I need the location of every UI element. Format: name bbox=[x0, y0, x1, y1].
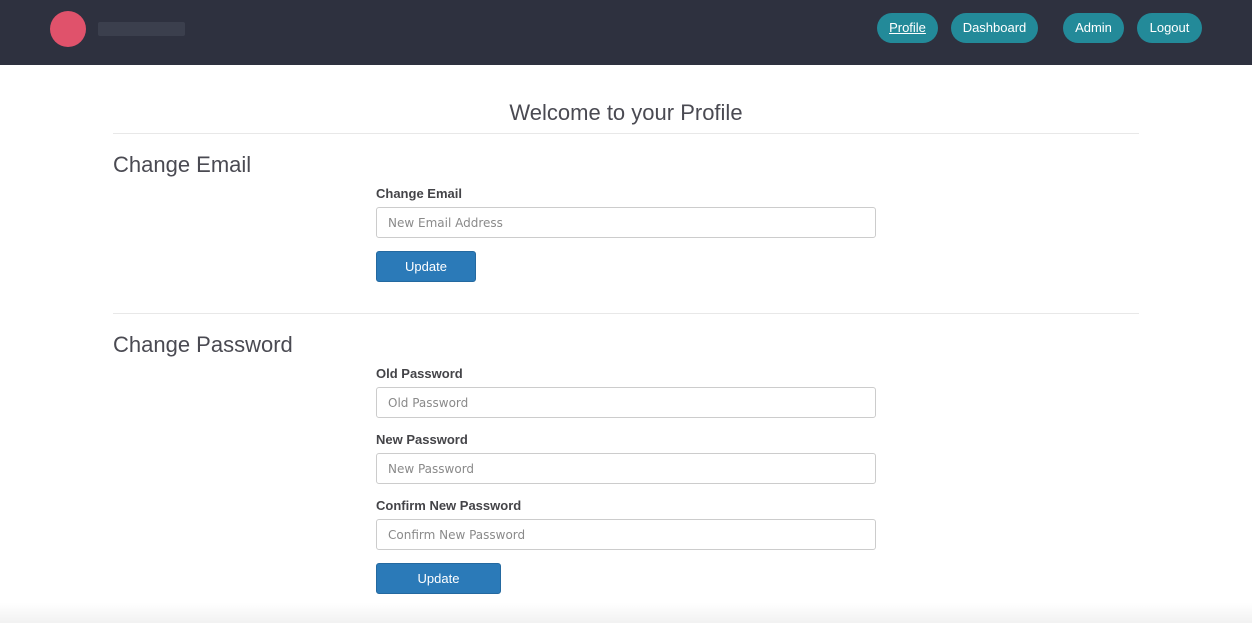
nav-profile-label: Profile bbox=[889, 20, 926, 35]
nav-admin-label: Admin bbox=[1075, 20, 1112, 35]
old-password-input[interactable] bbox=[376, 387, 876, 418]
email-section-heading: Change Email bbox=[113, 152, 252, 177]
nav-admin-link[interactable]: Admin bbox=[1063, 13, 1124, 43]
update-password-button[interactable]: Update Password bbox=[376, 563, 501, 615]
confirm-password-label: Confirm New Password bbox=[376, 498, 522, 513]
nav-profile-link[interactable]: Profile bbox=[877, 13, 938, 43]
top-navbar: Profile Dashboard Admin Logout bbox=[0, 0, 1252, 65]
logo-icon[interactable] bbox=[50, 11, 86, 47]
nav-dashboard-link[interactable]: Dashboard bbox=[951, 13, 1038, 43]
new-email-input[interactable] bbox=[376, 207, 876, 238]
old-password-label: Old Password bbox=[376, 366, 463, 381]
new-password-input[interactable] bbox=[376, 453, 876, 484]
update-email-button[interactable]: Update Email bbox=[376, 251, 476, 303]
title-divider bbox=[113, 133, 1139, 134]
section-divider bbox=[113, 313, 1139, 314]
new-password-label: New Password bbox=[376, 432, 468, 447]
brand-name-placeholder bbox=[98, 22, 185, 36]
password-section-heading: Change Password bbox=[113, 332, 293, 357]
page-title: Welcome to your Profile bbox=[509, 100, 743, 125]
email-field-label: Change Email bbox=[376, 186, 462, 201]
bottom-fade bbox=[0, 603, 1252, 623]
nav-logout-label: Logout bbox=[1149, 20, 1190, 35]
nav-logout-link[interactable]: Logout bbox=[1137, 13, 1202, 43]
nav-dashboard-label: Dashboard bbox=[962, 20, 1027, 35]
confirm-password-input[interactable] bbox=[376, 519, 876, 550]
